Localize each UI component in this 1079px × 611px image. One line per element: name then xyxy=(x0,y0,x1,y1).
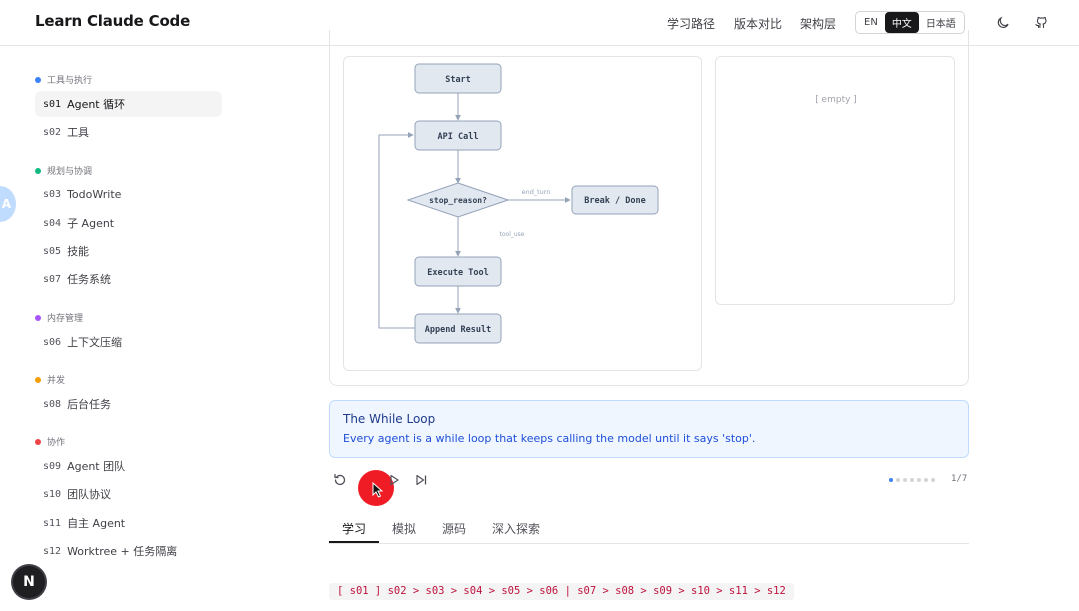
sidebar-item-s06[interactable]: s06 上下文压缩 xyxy=(35,329,222,355)
sidebar-item-s04[interactable]: s04 子 Agent xyxy=(35,210,222,236)
flow-diagram: Start API Call stop_reason? Break / Done… xyxy=(378,63,659,344)
group-title-concurrency: 并发 xyxy=(35,373,65,386)
group-dot xyxy=(35,438,41,445)
node-done-label: Break / Done xyxy=(584,196,645,206)
state-panel: [ empty ] xyxy=(715,56,955,305)
empty-state-text: [ empty ] xyxy=(815,95,857,105)
play-icon[interactable] xyxy=(386,472,402,488)
flow-diagram-panel: Start API Call stop_reason? Break / Done… xyxy=(343,56,702,371)
step-dots xyxy=(889,478,935,482)
step-title: The While Loop xyxy=(343,412,436,426)
step-dot[interactable] xyxy=(917,478,921,482)
sidebar-item-s11[interactable]: s11 自主 Agent xyxy=(35,510,222,536)
session-progress-path: [ s01 ] s02 > s03 > s04 > s05 > s06 | s0… xyxy=(329,583,794,600)
group-dot xyxy=(35,314,41,321)
brand-title[interactable]: Learn Claude Code xyxy=(35,12,190,30)
edge-loop-back xyxy=(378,132,415,329)
step-dot[interactable] xyxy=(910,478,914,482)
mouse-cursor-icon xyxy=(372,482,384,498)
group-title-memory: 内存管理 xyxy=(35,311,83,324)
step-dot[interactable] xyxy=(903,478,907,482)
step-dot[interactable] xyxy=(924,478,928,482)
lang-en[interactable]: EN xyxy=(857,14,885,31)
tab-deep-dive[interactable]: 深入探索 xyxy=(492,520,540,537)
step-dot[interactable] xyxy=(931,478,935,482)
content-tabs: 学习 模拟 源码 深入探索 xyxy=(329,514,969,544)
sidebar-item-s12[interactable]: s12 Worktree + 任务隔离 xyxy=(35,538,222,564)
skip-end-icon[interactable] xyxy=(413,472,429,488)
nextjs-badge[interactable]: N xyxy=(13,566,45,598)
tab-learn[interactable]: 学习 xyxy=(342,520,366,537)
reset-icon[interactable] xyxy=(332,472,348,488)
sidebar-item-s03[interactable]: s03 TodoWrite xyxy=(35,181,222,207)
tab-source[interactable]: 源码 xyxy=(442,520,466,537)
sidebar-item-s10[interactable]: s10 团队协议 xyxy=(35,481,222,507)
github-icon[interactable] xyxy=(1033,14,1049,30)
edge-label-tool-use: tool_use xyxy=(500,231,525,238)
group-dot xyxy=(35,76,41,83)
tab-simulate[interactable]: 模拟 xyxy=(392,520,416,537)
moon-icon[interactable] xyxy=(995,14,1011,30)
node-execute-tool-label: Execute Tool xyxy=(427,268,488,278)
edge-label-end-turn: end_turn xyxy=(522,188,551,196)
group-title-collab: 协作 xyxy=(35,435,65,448)
sidebar-item-s09[interactable]: s09 Agent 团队 xyxy=(35,453,222,479)
sidebar-item-s01[interactable]: s01 Agent 循环 xyxy=(35,91,222,117)
sidebar-item-s08[interactable]: s08 后台任务 xyxy=(35,391,222,417)
group-title-planning: 规划与协调 xyxy=(35,164,92,177)
group-dot xyxy=(35,376,41,383)
node-append-result-label: Append Result xyxy=(425,325,492,335)
node-start-label: Start xyxy=(445,75,471,85)
sidebar: 工具与执行 s01 Agent 循环 s02 工具 规划与协调 s03 TodoWri… xyxy=(0,47,240,611)
node-api-call-label: API Call xyxy=(438,132,479,142)
active-tab-underline xyxy=(329,541,379,543)
sidebar-item-s07[interactable]: s07 任务系统 xyxy=(35,266,222,292)
sidebar-item-s02[interactable]: s02 工具 xyxy=(35,119,222,145)
step-dot[interactable] xyxy=(896,478,900,482)
group-title-tools: 工具与执行 xyxy=(35,73,92,86)
step-counter: 1/7 xyxy=(951,474,968,484)
group-dot xyxy=(35,167,41,174)
step-info-box: The While Loop Every agent is a while lo… xyxy=(329,400,969,458)
node-decision-label: stop_reason? xyxy=(429,196,487,205)
sidebar-item-s05[interactable]: s05 技能 xyxy=(35,238,222,264)
step-dot[interactable] xyxy=(889,478,893,482)
step-description: Every agent is a while loop that keeps c… xyxy=(343,432,756,445)
